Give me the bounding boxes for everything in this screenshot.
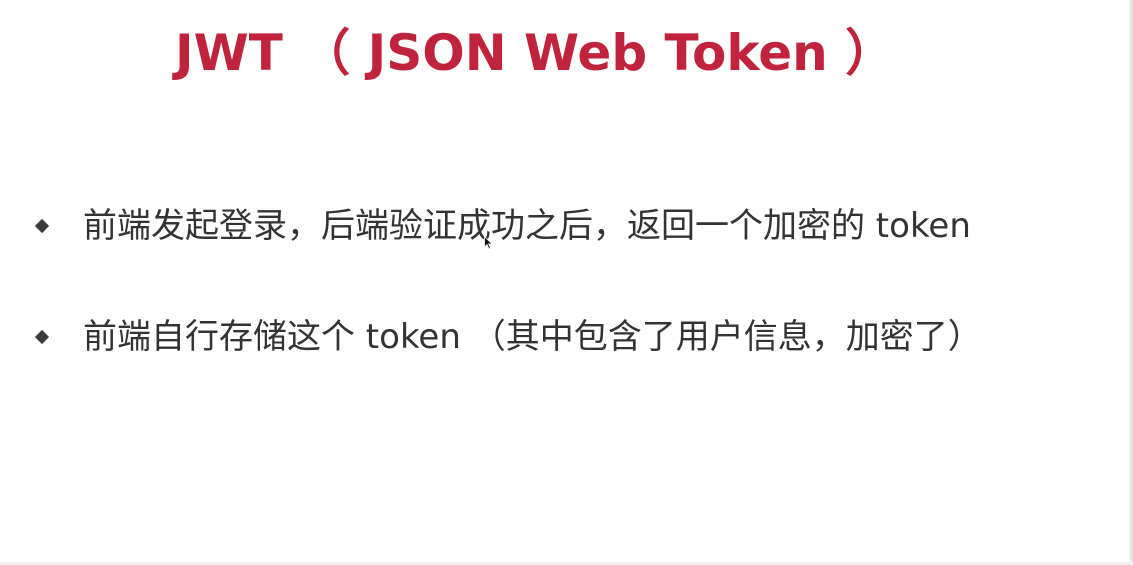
bullet-item: 前端自行存储这个 token （其中包含了用户信息，加密了）	[0, 309, 1100, 369]
slide-title: JWT （ JSON Web Token ）	[175, 24, 896, 82]
diamond-bullet-icon	[34, 218, 50, 234]
mouse-pointer-icon	[484, 236, 493, 250]
bullet-text: 前端自行存储这个 token （其中包含了用户信息，加密了）	[83, 317, 982, 357]
diamond-bullet-icon	[34, 329, 50, 345]
bullet-text: 前端发起登录，后端验证成功之后，返回一个加密的 token	[83, 206, 971, 246]
bullet-item: 前端发起登录，后端验证成功之后，返回一个加密的 token	[0, 198, 1100, 258]
